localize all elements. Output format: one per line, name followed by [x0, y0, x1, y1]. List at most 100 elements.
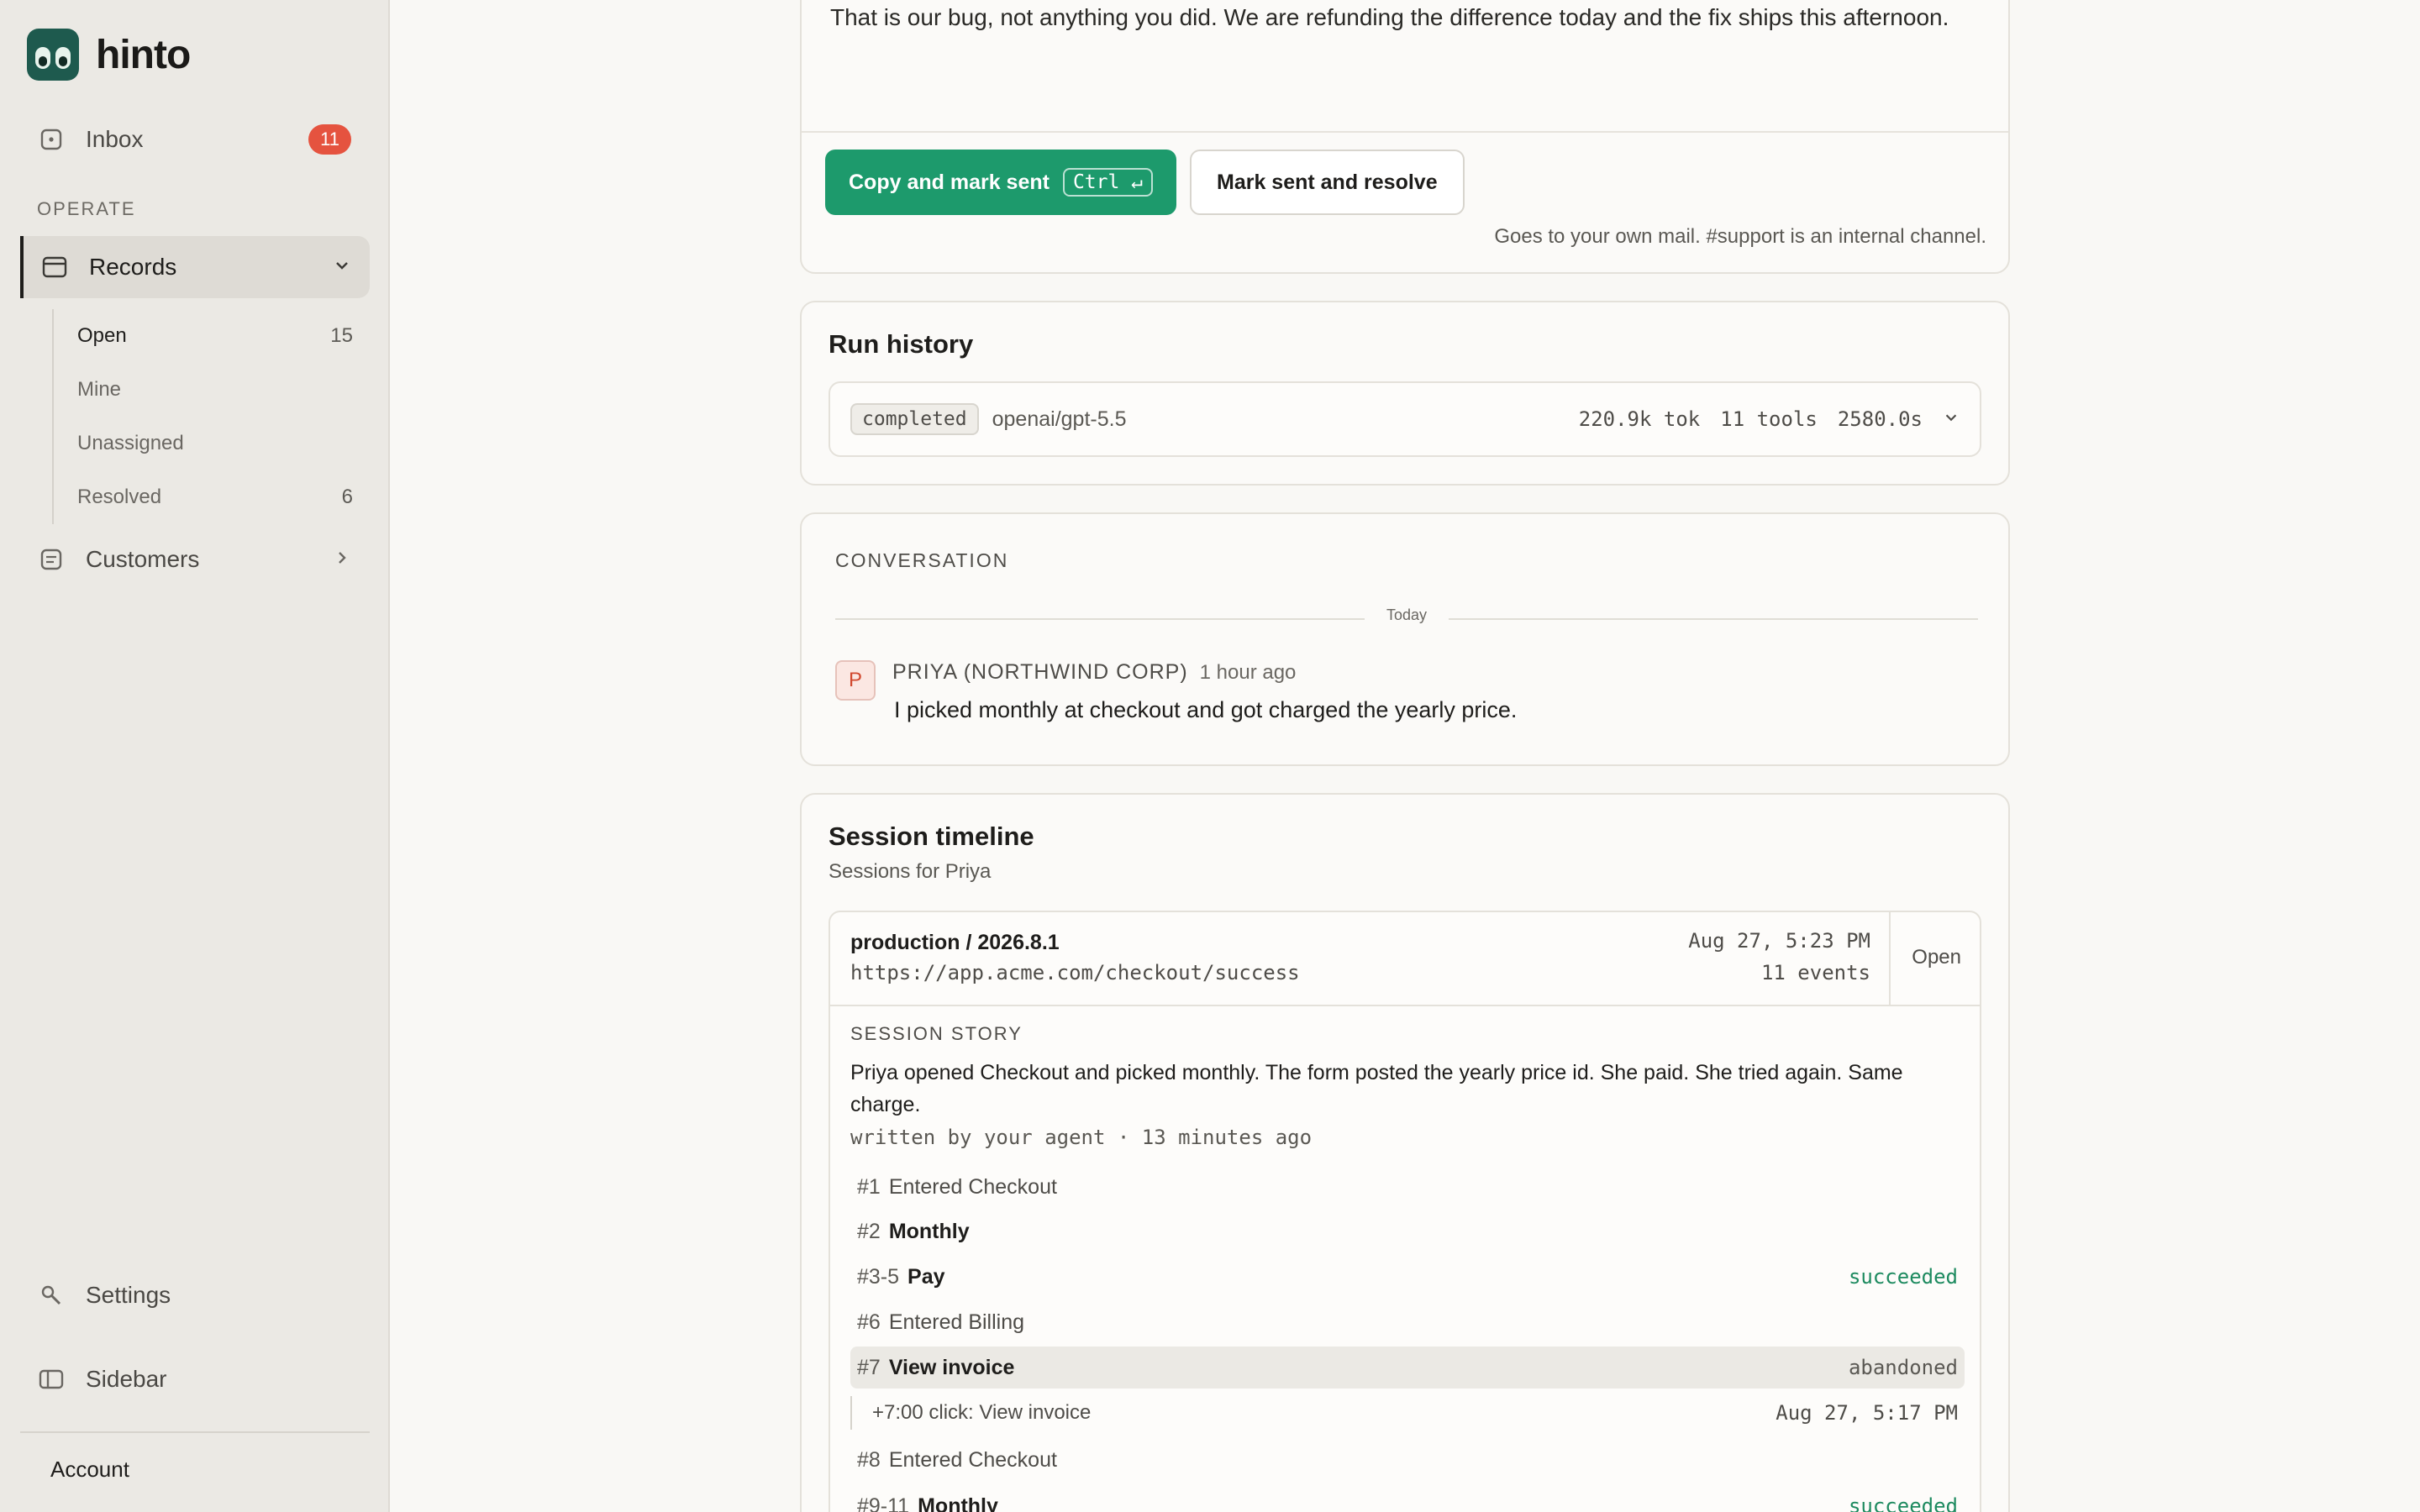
event-number: #3-5	[857, 1264, 900, 1289]
event-number: #9-11	[857, 1494, 910, 1512]
run-history-title: Run history	[829, 329, 974, 359]
session-panel: production / 2026.8.1 https://app.acme.c…	[829, 911, 1981, 1512]
hinto-logo-icon	[27, 29, 79, 81]
subnav-item-mine[interactable]: Mine	[54, 363, 370, 417]
message-time: 1 hour ago	[1199, 661, 1297, 684]
subnav-item-resolved[interactable]: Resolved 6	[54, 470, 370, 524]
brand-name: hinto	[96, 32, 191, 77]
event-label: Entered Checkout	[888, 1447, 1057, 1472]
divider	[1889, 912, 1891, 1005]
run-row[interactable]: completed openai/gpt-5.5 220.9k tok 11 t…	[829, 381, 1981, 457]
reply-hint: Goes to your own mail. #support is an in…	[1494, 225, 1986, 248]
timeline-event[interactable]: #1 Entered Checkout	[850, 1166, 1965, 1208]
subnav-item-open[interactable]: Open 15	[54, 309, 370, 363]
session-timeline-card: Session timeline Sessions for Priya prod…	[800, 793, 2010, 1512]
sidebar-item-label: Settings	[86, 1282, 171, 1308]
copy-and-mark-sent-button[interactable]: Copy and mark sent Ctrl ↵	[825, 150, 1177, 215]
subnav-item-label: Mine	[77, 378, 122, 401]
conversation-card: CONVERSATION Today P PRIYA (NORTHWIND CO…	[800, 512, 2010, 766]
mark-sent-and-resolve-button[interactable]: Mark sent and resolve	[1190, 150, 1465, 215]
subnav-item-count: 6	[341, 486, 353, 508]
open-session-button[interactable]: Open	[1912, 946, 1961, 969]
sidebar-item-inbox[interactable]: Inbox 11	[20, 108, 370, 171]
timeline-event[interactable]: #2 Monthly	[850, 1210, 1965, 1252]
event-label: View invoice	[888, 1355, 1015, 1379]
section-label-operate: OPERATE	[37, 198, 136, 219]
session-story-meta: written by your agent · 13 minutes ago	[850, 1126, 1313, 1149]
event-detail-time: Aug 27, 5:17 PM	[1776, 1401, 1958, 1425]
event-number: #7	[857, 1355, 881, 1379]
timeline-event-selected[interactable]: #7 View invoice abandoned	[850, 1347, 1965, 1389]
timeline-event[interactable]: #8 Entered Checkout	[850, 1439, 1965, 1481]
avatar: P	[835, 660, 876, 701]
subnav-item-label: Unassigned	[77, 432, 184, 454]
subnav-item-count: 15	[330, 324, 353, 347]
run-history-card: Run history completed openai/gpt-5.5 220…	[800, 301, 2010, 486]
timeline-event[interactable]: #3-5 Pay succeeded	[850, 1256, 1965, 1298]
keyboard-shortcut-hint: Ctrl ↵	[1062, 168, 1154, 197]
event-detail-text: +7:00 click: View invoice	[872, 1401, 1092, 1424]
sidebar-panel-icon	[39, 1367, 64, 1392]
event-detail-row: +7:00 click: View invoice Aug 27, 5:17 P…	[850, 1392, 1965, 1434]
inbox-icon	[39, 127, 64, 152]
event-label: Pay	[908, 1264, 945, 1289]
run-duration: 2580.0s	[1837, 407, 1923, 431]
event-label: Monthly	[918, 1494, 998, 1512]
sidebar-item-settings[interactable]: Settings	[20, 1264, 370, 1326]
customers-icon	[39, 547, 64, 572]
session-story-text: Priya opened Checkout and picked monthly…	[850, 1061, 1903, 1116]
sidebar-item-records[interactable]: Records	[20, 236, 370, 298]
session-timeline-subtitle: Sessions for Priya	[829, 860, 992, 883]
brand[interactable]: hinto	[27, 29, 191, 81]
event-status: succeeded	[1848, 1494, 1958, 1512]
event-number: #2	[857, 1219, 881, 1243]
sidebar-item-label: Records	[89, 254, 177, 280]
event-number: #6	[857, 1310, 881, 1334]
run-tokens: 220.9k tok	[1578, 407, 1701, 431]
divider	[835, 618, 1365, 620]
timeline-event[interactable]: #9-11 Monthly succeeded	[850, 1485, 1965, 1512]
run-status-badge: completed	[850, 403, 979, 435]
sidebar-item-label: Inbox	[86, 126, 144, 152]
message-text: I picked monthly at checkout and got cha…	[894, 697, 1518, 722]
reply-draft-text: That is our bug, not anything you did. W…	[830, 4, 1949, 30]
records-subnav: Open 15 Mine Unassigned Resolved 6	[52, 309, 370, 524]
subnav-item-label: Open	[77, 324, 127, 347]
records-icon	[42, 255, 67, 280]
event-status: abandoned	[1848, 1356, 1958, 1379]
wrench-icon	[39, 1283, 64, 1308]
inbox-count-badge: 11	[308, 124, 351, 155]
session-header: production / 2026.8.1 https://app.acme.c…	[830, 912, 1980, 1006]
chevron-right-icon[interactable]	[333, 546, 351, 573]
run-tools: 11 tools	[1720, 407, 1818, 431]
reply-draft-card: That is our bug, not anything you did. W…	[800, 0, 2010, 274]
event-label: Entered Checkout	[888, 1174, 1057, 1199]
message-header: PRIYA (NORTHWIND CORP) 1 hour ago	[892, 660, 1296, 685]
sidebar-toggle[interactable]: Sidebar	[20, 1348, 370, 1410]
date-divider-label: Today	[1386, 606, 1428, 623]
sidebar-item-customers[interactable]: Customers	[20, 528, 370, 591]
session-event-count: 11 events	[1760, 961, 1870, 984]
timeline-event[interactable]: #6 Entered Billing	[850, 1301, 1965, 1343]
session-story-label: SESSION STORY	[850, 1023, 1023, 1044]
session-url: https://app.acme.com/checkout/success	[850, 961, 1300, 984]
detail-indent-bar	[850, 1396, 852, 1430]
sidebar-item-label: Sidebar	[86, 1366, 167, 1392]
event-label: Monthly	[888, 1219, 970, 1243]
session-date: Aug 27, 5:23 PM	[1688, 929, 1870, 953]
session-timeline-title: Session timeline	[829, 822, 1034, 851]
sidebar: hinto Inbox 11 OPERATE Records Open 15 M…	[0, 0, 390, 1512]
divider	[1449, 618, 1978, 620]
divider	[802, 131, 2008, 133]
event-status: succeeded	[1848, 1265, 1958, 1289]
sidebar-divider	[20, 1431, 370, 1433]
chevron-down-icon[interactable]	[333, 254, 351, 281]
button-label: Copy and mark sent	[849, 170, 1050, 194]
chevron-down-icon[interactable]	[1943, 407, 1960, 431]
account-link[interactable]: Account	[50, 1457, 129, 1483]
app-window: hinto Inbox 11 OPERATE Records Open 15 M…	[0, 0, 2420, 1512]
event-label: Entered Billing	[888, 1310, 1025, 1334]
subnav-item-unassigned[interactable]: Unassigned	[54, 417, 370, 470]
sidebar-item-label: Customers	[86, 546, 200, 572]
event-number: #1	[857, 1174, 881, 1199]
